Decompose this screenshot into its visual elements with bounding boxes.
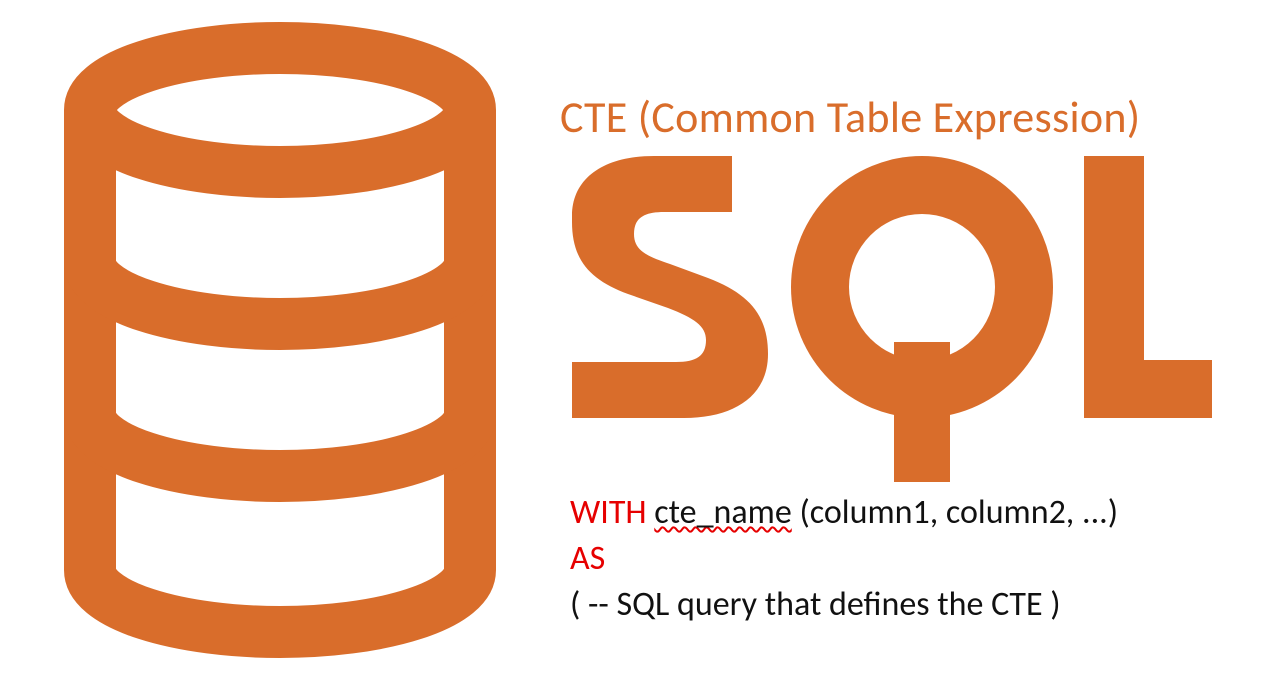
slide-canvas: CTE (Common Table Expression) xyxy=(0,0,1280,690)
code-line-2: AS xyxy=(570,536,1118,582)
keyword-with: WITH xyxy=(570,492,647,533)
database-icon xyxy=(60,20,500,660)
code-line-1: WITH cte_name (column1, column2, ...) xyxy=(570,490,1118,536)
keyword-as: AS xyxy=(570,538,605,579)
columns-text: (column1, column2, ...) xyxy=(799,492,1118,533)
right-pane: CTE (Common Table Expression) xyxy=(560,90,1260,491)
code-body: ( -- SQL query that defines the CTE ) xyxy=(570,584,1061,625)
cte-name-placeholder: cte_name xyxy=(654,492,791,533)
code-block: WITH cte_name (column1, column2, ...) AS… xyxy=(570,490,1118,628)
sql-logo xyxy=(572,156,1260,491)
code-line-3: ( -- SQL query that defines the CTE ) xyxy=(570,582,1118,628)
page-title: CTE (Common Table Expression) xyxy=(560,90,1260,144)
